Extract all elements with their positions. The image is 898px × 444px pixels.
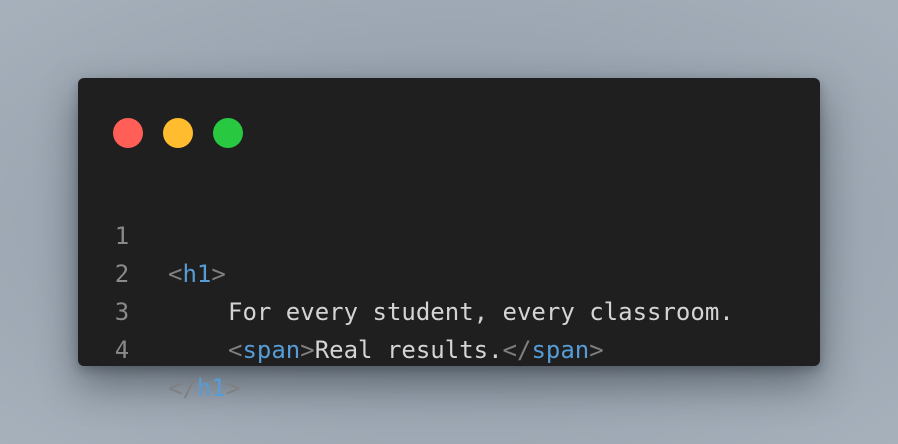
tag-name: span bbox=[242, 336, 301, 364]
maximize-dot-icon[interactable] bbox=[213, 118, 243, 148]
minimize-dot-icon[interactable] bbox=[163, 118, 193, 148]
close-dot-icon[interactable] bbox=[113, 118, 143, 148]
tag-name: h1 bbox=[196, 374, 226, 402]
window-controls bbox=[113, 118, 243, 148]
tag-open-bracket: </ bbox=[168, 374, 197, 402]
code-line-3: 3 <span>Real results.</span> bbox=[78, 255, 820, 364]
code-block: 1 <h1> 2 For every student, every classr… bbox=[78, 179, 820, 402]
code-content: <span>Real results.</span> bbox=[168, 331, 604, 369]
span-text: Real results. bbox=[314, 336, 503, 364]
line-number: 4 bbox=[114, 336, 130, 364]
code-content: </h1> bbox=[168, 369, 240, 407]
tag-open-bracket: < bbox=[228, 336, 243, 364]
tag-name: span bbox=[531, 336, 590, 364]
tag-close-bracket: > bbox=[589, 336, 604, 364]
code-window: 1 <h1> 2 For every student, every classr… bbox=[78, 78, 820, 402]
tag-close-bracket: > bbox=[225, 374, 241, 402]
code-line-2: 2 For every student, every classroom. bbox=[78, 217, 820, 326]
tag-close-bracket: > bbox=[300, 336, 315, 364]
code-line-1: 1 <h1> bbox=[78, 179, 820, 288]
tag-open-bracket: </ bbox=[502, 336, 532, 364]
code-line-4: 4 </h1> bbox=[78, 293, 820, 402]
